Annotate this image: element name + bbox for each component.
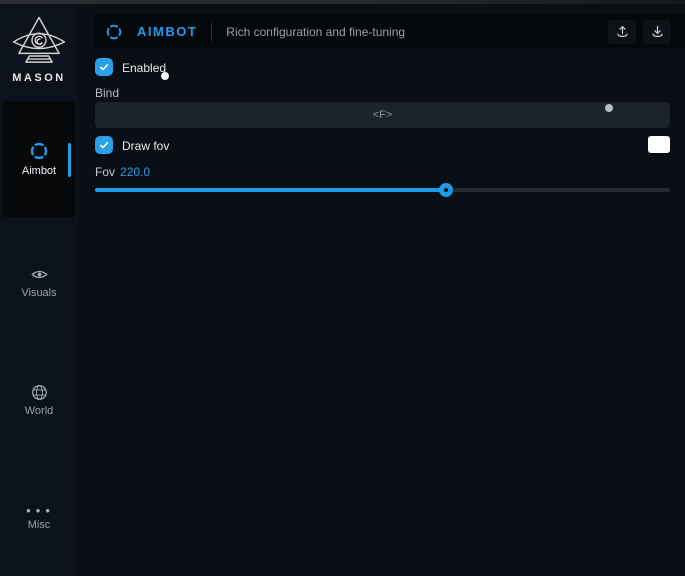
- section-header: AIMBOT Rich configuration and fine-tunin…: [95, 15, 685, 48]
- ellipsis-icon: • • •: [26, 507, 52, 515]
- sidebar-item-visuals[interactable]: Visuals: [0, 259, 78, 305]
- download-config-button[interactable]: [643, 20, 671, 44]
- crosshair-icon: [105, 23, 123, 41]
- upload-config-button[interactable]: [608, 20, 636, 44]
- sidebar-item-label: World: [25, 405, 54, 417]
- sidebar-item-aimbot[interactable]: Aimbot: [0, 129, 78, 189]
- fov-label: Fov: [95, 165, 115, 179]
- fov-slider-thumb[interactable]: [439, 183, 453, 197]
- enabled-label: Enabled: [122, 61, 166, 75]
- fov-slider[interactable]: [95, 188, 670, 192]
- bind-key-input[interactable]: [95, 102, 670, 128]
- sidebar-item-misc[interactable]: • • • Misc: [0, 496, 78, 542]
- sidebar-item-world[interactable]: World: [0, 377, 78, 423]
- sidebar: MASON Aimbot Visuals World: [0, 4, 78, 576]
- draw-fov-label: Draw fov: [122, 139, 169, 153]
- header-divider: [211, 23, 212, 41]
- fov-value: 220.0: [120, 165, 150, 179]
- enabled-checkbox[interactable]: [95, 58, 113, 76]
- gray-cursor-dot: [605, 104, 613, 112]
- logo-label: MASON: [12, 72, 65, 84]
- page-title: AIMBOT: [137, 24, 197, 39]
- fov-value-row: Fov 220.0: [95, 165, 150, 179]
- fov-color-swatch[interactable]: [648, 136, 670, 153]
- globe-icon: [31, 384, 48, 401]
- fov-slider-fill: [95, 188, 446, 192]
- upload-icon: [615, 24, 630, 39]
- draw-fov-checkbox[interactable]: [95, 136, 113, 154]
- mason-app-window: MASON Aimbot Visuals World: [0, 0, 685, 576]
- mason-pyramid-eye-icon: [11, 14, 67, 70]
- window-top-strip: [0, 0, 685, 4]
- sidebar-item-label: Aimbot: [22, 165, 56, 177]
- checkmark-icon: [98, 61, 110, 73]
- mason-logo: MASON: [0, 14, 78, 84]
- checkmark-icon: [98, 139, 110, 151]
- cursor-dot: [161, 72, 169, 80]
- download-icon: [650, 24, 665, 39]
- header-actions: [608, 20, 671, 44]
- page-subtitle: Rich configuration and fine-tuning: [226, 25, 405, 39]
- eye-icon: [31, 266, 48, 283]
- sidebar-item-label: Misc: [28, 519, 51, 531]
- sidebar-item-label: Visuals: [21, 287, 56, 299]
- crosshair-icon: [29, 141, 49, 161]
- bind-label: Bind: [95, 86, 119, 100]
